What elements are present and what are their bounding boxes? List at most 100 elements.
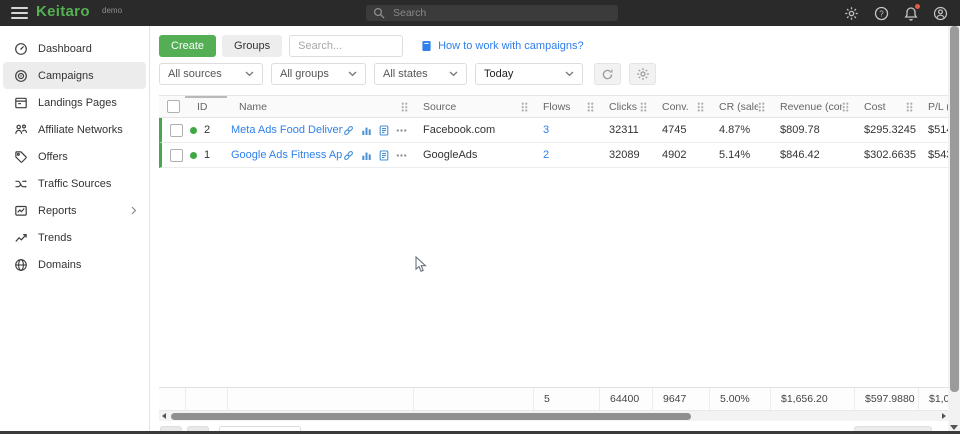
column-drag-handle-icon[interactable] <box>640 102 647 112</box>
column-drag-handle-icon[interactable] <box>906 102 913 112</box>
gear-icon <box>636 67 650 81</box>
table-row[interactable]: 2 Meta Ads Food Delivery Promo Facebook.… <box>159 118 948 143</box>
states-filter-dropdown[interactable]: All states <box>374 63 467 85</box>
sidebar-item-affiliate-networks[interactable]: Affiliate Networks <box>3 116 146 143</box>
vertical-scroll-thumb[interactable] <box>950 26 959 392</box>
campaign-link-icon[interactable] <box>343 150 354 161</box>
global-search[interactable] <box>366 5 618 21</box>
column-drag-handle-icon[interactable] <box>587 102 594 112</box>
total-revenue: $1,656.20 <box>770 388 854 410</box>
campaign-notes-icon[interactable] <box>379 150 389 161</box>
column-drag-handle-icon[interactable] <box>758 102 765 112</box>
total-flows: 5 <box>533 388 599 410</box>
horizontal-scroll-track[interactable] <box>168 411 939 421</box>
help-icon[interactable]: ? <box>874 6 889 21</box>
settings-gear-icon[interactable] <box>844 6 859 21</box>
campaigns-table: ID Name Source Flows Clicks Conv. CR (sa… <box>159 95 948 421</box>
main-content: Create Groups How to work with campaigns… <box>151 26 948 434</box>
row-checkbox[interactable] <box>170 149 183 162</box>
column-header-revenue[interactable]: Revenue (con… <box>770 96 854 117</box>
brand-logo[interactable]: Keitaro <box>36 3 90 20</box>
campaign-link-icon[interactable] <box>343 125 354 136</box>
flows-link[interactable]: 3 <box>543 124 549 136</box>
column-drag-handle-icon[interactable] <box>521 102 528 112</box>
column-header-pl[interactable]: P/L ( <box>918 96 948 117</box>
domains-globe-icon <box>14 258 28 272</box>
notifications-bell-icon[interactable] <box>904 6 918 21</box>
column-header-cr-sales[interactable]: CR (sales) <box>709 96 770 117</box>
flows-link[interactable]: 2 <box>543 149 549 161</box>
column-header-source[interactable]: Source <box>413 96 533 117</box>
scroll-right-icon[interactable] <box>939 411 948 421</box>
scroll-left-icon[interactable] <box>159 411 168 421</box>
trends-icon <box>14 231 28 245</box>
search-icon <box>373 7 385 19</box>
landing-page-icon <box>14 96 28 110</box>
campaign-notes-icon[interactable] <box>379 125 389 136</box>
cost-value: $302.6635 <box>854 143 918 167</box>
vertical-scrollbar[interactable] <box>948 26 960 434</box>
total-cost: $597.9880 <box>854 388 918 410</box>
conversions-value: 4745 <box>652 118 709 142</box>
more-actions-icon[interactable] <box>396 125 407 136</box>
sidebar-item-dashboard[interactable]: Dashboard <box>3 35 146 62</box>
clicks-value: 32311 <box>599 118 652 142</box>
sidebar-item-reports[interactable]: Reports <box>3 197 146 224</box>
campaigns-search-input[interactable] <box>289 35 403 57</box>
horizontal-scroll-thumb[interactable] <box>171 413 691 420</box>
sidebar-item-trends[interactable]: Trends <box>3 224 146 251</box>
svg-text:?: ? <box>879 9 884 18</box>
table-settings-button[interactable] <box>629 63 656 85</box>
revenue-value: $846.42 <box>770 143 854 167</box>
column-header-name[interactable]: Name <box>227 96 413 117</box>
account-icon[interactable] <box>933 6 948 21</box>
table-row[interactable]: 1 Google Ads Fitness App Split GoogleAds… <box>159 143 948 168</box>
traffic-sources-icon <box>14 177 28 191</box>
more-actions-icon[interactable] <box>396 150 407 161</box>
column-drag-handle-icon[interactable] <box>697 102 704 112</box>
column-drag-handle-icon[interactable] <box>401 102 408 112</box>
groups-button[interactable]: Groups <box>222 35 282 57</box>
hamburger-menu-icon[interactable] <box>11 7 28 19</box>
column-header-id[interactable]: ID <box>185 96 227 117</box>
horizontal-scrollbar[interactable] <box>159 411 948 421</box>
help-campaigns-link[interactable]: How to work with campaigns? <box>421 40 584 52</box>
column-drag-handle-icon[interactable] <box>842 102 849 112</box>
top-bar-icons: ? <box>844 0 948 26</box>
brand-badge: demo <box>102 6 122 15</box>
total-conversions: 9647 <box>652 388 709 410</box>
groups-filter-dropdown[interactable]: All groups <box>271 63 366 85</box>
global-search-input[interactable] <box>391 6 611 20</box>
sources-filter-dropdown[interactable]: All sources <box>159 63 263 85</box>
sidebar-item-landings-pages[interactable]: Landings Pages <box>3 89 146 116</box>
sidebar-nav: Dashboard Campaigns Landings Pages Affil… <box>0 26 150 434</box>
campaign-name-link[interactable]: Meta Ads Food Delivery Promo <box>231 124 343 136</box>
status-active-icon <box>190 152 197 159</box>
column-header-clicks[interactable]: Clicks <box>599 96 652 117</box>
sidebar-item-campaigns[interactable]: Campaigns <box>3 62 146 89</box>
campaign-stats-icon[interactable] <box>361 150 372 161</box>
scroll-down-icon[interactable] <box>950 425 958 430</box>
create-button[interactable]: Create <box>159 35 216 57</box>
sidebar-item-traffic-sources[interactable]: Traffic Sources <box>3 170 146 197</box>
date-range-dropdown[interactable]: Today <box>475 63 583 85</box>
chevron-down-icon <box>449 71 458 77</box>
pl-value: $543 <box>918 143 948 167</box>
column-header-flows[interactable]: Flows <box>533 96 599 117</box>
total-cr: 5.00% <box>709 388 770 410</box>
refresh-button[interactable] <box>594 63 621 85</box>
sidebar-item-offers[interactable]: Offers <box>3 143 146 170</box>
column-header-conv[interactable]: Conv. <box>652 96 709 117</box>
cr-value: 5.14% <box>709 143 770 167</box>
row-checkbox[interactable] <box>170 124 183 137</box>
campaign-name-link[interactable]: Google Ads Fitness App Split <box>231 149 343 161</box>
sidebar-item-label: Dashboard <box>38 43 92 55</box>
dashboard-icon <box>14 42 28 56</box>
campaign-stats-icon[interactable] <box>361 125 372 136</box>
cr-value: 4.87% <box>709 118 770 142</box>
sidebar-item-label: Landings Pages <box>38 97 117 109</box>
column-header-cost[interactable]: Cost <box>854 96 918 117</box>
sidebar-item-domains[interactable]: Domains <box>3 251 146 278</box>
row-actions <box>343 125 413 136</box>
select-all-checkbox[interactable] <box>167 100 180 113</box>
